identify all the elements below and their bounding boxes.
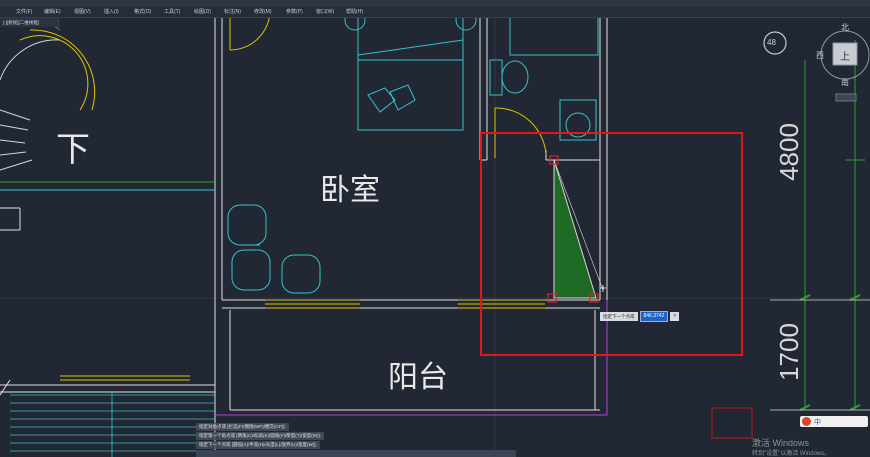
menu-help[interactable]: 帮助(H) — [346, 7, 363, 17]
command-line-3: 指定下一个点或 [圆弧(A)/半宽(H)/长度(L)/放弃(U)/宽度(W)]: — [196, 441, 320, 449]
menu-tools[interactable]: 工具(T) — [164, 7, 180, 17]
menu-view[interactable]: 视图(V) — [74, 7, 91, 17]
menu-insert[interactable]: 插入(I) — [104, 7, 119, 17]
compass-south: 南 — [841, 78, 849, 87]
ime-toolbar[interactable]: 中 — [800, 416, 868, 427]
compass-west: 西 — [816, 51, 824, 60]
activation-subtitle: 转到"设置"以激活 Windows。 — [752, 451, 831, 457]
menu-bar — [0, 7, 870, 18]
dynamic-input-arrow-icon[interactable]: < — [670, 311, 680, 321]
command-input[interactable] — [196, 450, 516, 457]
dynamic-input-value[interactable]: 846.3742 — [639, 310, 669, 322]
menu-window[interactable]: 窗口(W) — [316, 7, 334, 17]
command-line-2: 指定第一个角点或 [倒角(C)/标高(E)/圆角(F)/厚度(T)/宽度(W)]… — [196, 432, 324, 440]
menu-parametric[interactable]: 参数(P) — [286, 7, 303, 17]
ime-mode[interactable]: 中 — [814, 417, 821, 427]
compass-north: 北 — [841, 23, 849, 32]
menu-modify[interactable]: 修改(M) — [254, 7, 272, 17]
dimension-4800: 4800 — [774, 123, 804, 181]
menu-dimension[interactable]: 标注(N) — [224, 7, 241, 17]
menu-edit[interactable]: 编辑(E) — [44, 7, 61, 17]
room-label-balcony: 阳台 — [388, 360, 448, 395]
room-label-stairs: 下 — [56, 130, 90, 170]
dimension-1700: 1700 — [774, 323, 804, 381]
command-line-1: 指定对角点或 [栏选(F)/圈围(WP)/圈交(CP)]: — [196, 423, 289, 431]
room-label-bedroom: 卧室 — [320, 173, 380, 208]
dynamic-input[interactable]: 指定下一个点或 846.3742 < — [600, 310, 680, 322]
menu-draw[interactable]: 绘图(D) — [194, 7, 211, 17]
nav-scale: 48 — [767, 38, 776, 47]
ime-logo-icon — [802, 417, 811, 426]
viewport-label[interactable]: [-][俯视][二维线框] — [0, 18, 58, 27]
menu-format[interactable]: 格式(O) — [134, 7, 151, 17]
viewport-controls[interactable]: [-][俯视][二维线框] — [0, 18, 59, 27]
viewcube-top-face[interactable]: 上 — [840, 48, 850, 63]
menu-file[interactable]: 文件(F) — [16, 7, 32, 17]
dynamic-input-prompt: 指定下一个点或 — [600, 311, 638, 321]
